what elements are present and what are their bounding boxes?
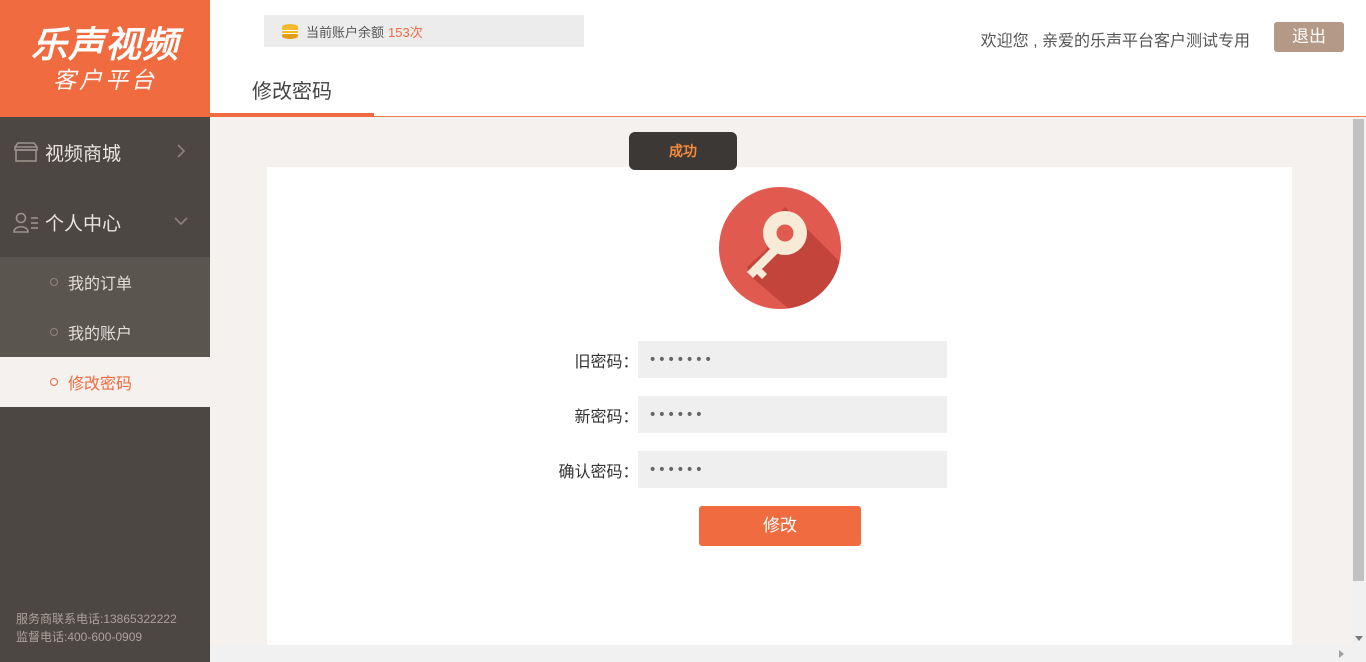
sidebar-group-video-store[interactable]: 视频商城	[0, 117, 210, 187]
new-password-input[interactable]	[638, 396, 947, 433]
horizontal-scrollbar[interactable]	[210, 645, 1366, 662]
bullet-icon	[50, 328, 58, 336]
old-password-label: 旧密码：	[574, 353, 639, 371]
bullet-icon	[50, 278, 58, 286]
confirm-password-label: 确认密码：	[558, 463, 639, 481]
change-password-card: 旧密码： 新密码： 确认密码： 修改	[267, 167, 1292, 645]
old-password-row: 旧密码：	[527, 341, 947, 378]
bullet-icon	[50, 378, 58, 386]
chevron-down-icon	[172, 212, 190, 230]
submit-button[interactable]: 修改	[699, 506, 861, 546]
tab-change-password[interactable]: 修改密码	[210, 70, 374, 117]
logo-subtitle: 客户平台	[53, 68, 157, 94]
scroll-right-icon[interactable]	[1339, 650, 1344, 658]
scrollbar-thumb[interactable]	[1353, 119, 1364, 581]
supervise-phone: 监督电话:400-600-0909	[16, 630, 143, 644]
new-password-label: 新密码：	[574, 408, 639, 426]
sidebar-footer: 服务商联系电话:13865322222 监督电话:400-600-0909	[16, 610, 177, 646]
logo-title: 乐声视频	[30, 25, 179, 66]
sidebar-item-my-account[interactable]: 我的账户	[0, 307, 210, 357]
logo: 乐声视频 客户平台	[0, 0, 210, 117]
sidebar-item-my-orders[interactable]: 我的订单	[0, 257, 210, 307]
success-toast: 成功	[629, 132, 737, 170]
vertical-scrollbar[interactable]	[1351, 117, 1366, 645]
confirm-password-row: 确认密码：	[527, 451, 947, 488]
old-password-input[interactable]	[638, 341, 947, 378]
store-icon	[13, 141, 39, 163]
logout-button[interactable]: 退出	[1274, 22, 1344, 52]
sidebar-submenu: 我的订单 我的账户	[0, 257, 210, 357]
sidebar-group-label: 个人中心	[45, 213, 122, 235]
scroll-down-icon[interactable]	[1355, 636, 1363, 641]
sidebar-item-change-password[interactable]: 修改密码	[0, 357, 210, 407]
sidebar-group-personal-center[interactable]: 个人中心	[0, 187, 210, 257]
sidebar-item-label: 修改密码	[68, 376, 133, 393]
welcome-text: 欢迎您 , 亲爱的乐声平台客户测试专用	[980, 33, 1250, 50]
sidebar-item-label: 我的订单	[68, 276, 133, 293]
balance-bar: 当前账户余额 153次	[264, 15, 584, 47]
key-icon	[719, 187, 841, 309]
chevron-right-icon	[172, 142, 190, 160]
header: 当前账户余额 153次 欢迎您 , 亲爱的乐声平台客户测试专用 退出 修改密码	[210, 0, 1366, 117]
sidebar-item-label: 我的账户	[68, 326, 133, 343]
sidebar-group-label: 视频商城	[45, 143, 122, 165]
balance-count: 153次	[388, 24, 423, 40]
service-phone: 服务商联系电话:13865322222	[16, 612, 177, 626]
coins-icon	[280, 23, 300, 39]
balance-label: 当前账户余额	[306, 24, 385, 40]
user-list-icon	[13, 211, 39, 233]
sidebar: 乐声视频 客户平台 视频商城 个人中心 我的订单 我的账户 修改密码 服务商联系…	[0, 0, 210, 662]
new-password-row: 新密码：	[527, 396, 947, 433]
confirm-password-input[interactable]	[638, 451, 947, 488]
